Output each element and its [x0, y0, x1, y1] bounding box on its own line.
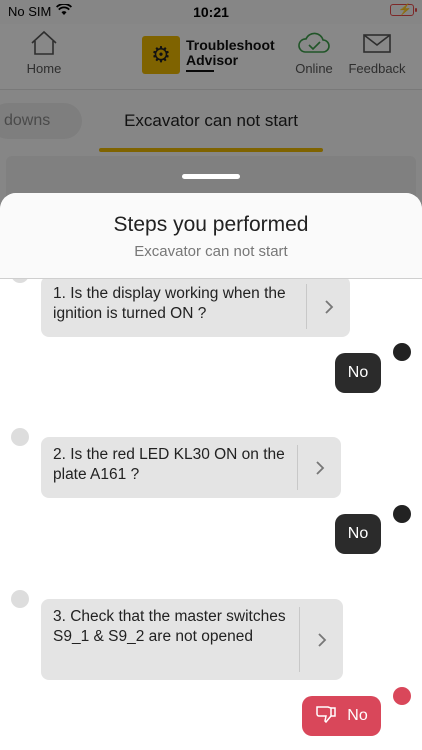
- step-3-answer-marker: [393, 687, 411, 705]
- step-1-question[interactable]: 1. Is the display working when the ignit…: [41, 276, 350, 337]
- step-2-answer[interactable]: No: [335, 514, 381, 554]
- step-2-question[interactable]: 2. Is the red LED KL30 ON on the plate A…: [41, 437, 341, 498]
- chevron-right-icon: [306, 284, 350, 329]
- step-3-marker: [11, 590, 29, 608]
- chevron-right-icon: [297, 445, 341, 490]
- step-2-question-text: 2. Is the red LED KL30 ON on the plate A…: [53, 446, 285, 483]
- step-1-answer[interactable]: No: [335, 353, 381, 393]
- chevron-right-icon: [299, 607, 343, 672]
- sheet-grabber[interactable]: [182, 174, 240, 179]
- step-1-answer-marker: [393, 343, 411, 361]
- step-3-question-text: 3. Check that the master switches S9_1 &…: [53, 608, 286, 645]
- step-2-answer-marker: [393, 505, 411, 523]
- steps-sheet: 1. Is the display working when the ignit…: [0, 193, 422, 750]
- step-3-answer[interactable]: No: [302, 696, 381, 736]
- step-3-answer-label: No: [347, 707, 368, 724]
- step-2-marker: [11, 428, 29, 446]
- sheet-header: Steps you performed Excavator can not st…: [0, 193, 422, 279]
- sheet-title: Steps you performed: [113, 213, 309, 236]
- sheet-subtitle: Excavator can not start: [134, 243, 288, 260]
- step-3-question[interactable]: 3. Check that the master switches S9_1 &…: [41, 599, 343, 680]
- thumbs-down-icon: [315, 704, 337, 729]
- step-1-question-text: 1. Is the display working when the ignit…: [53, 285, 286, 322]
